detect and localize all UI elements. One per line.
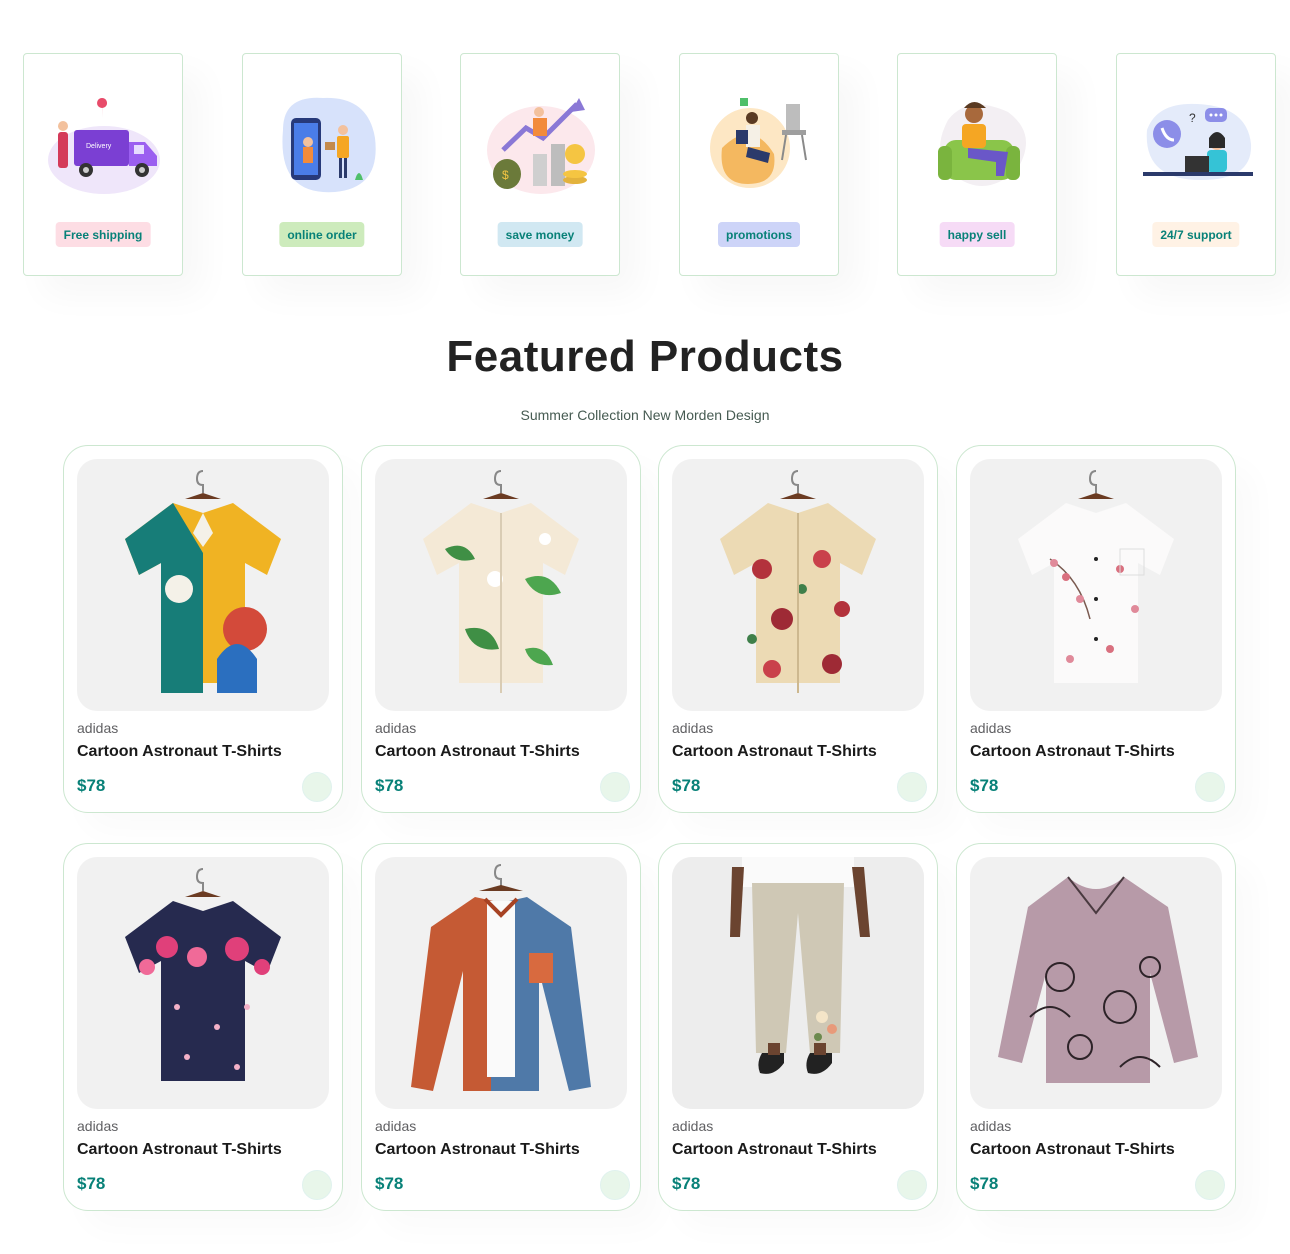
product-image[interactable] bbox=[375, 857, 627, 1109]
add-to-cart-button[interactable] bbox=[302, 772, 332, 802]
feature-box-free-shipping[interactable]: Delivery Free shipping bbox=[23, 53, 183, 276]
navy-floral-shirt-image bbox=[125, 868, 281, 1081]
product-price: $78 bbox=[77, 776, 106, 795]
linen-trousers-image bbox=[672, 857, 924, 1109]
happy-customer-illustration bbox=[938, 102, 1026, 186]
product-card[interactable]: adidas Cartoon Astronaut T-Shirts $78 bbox=[361, 843, 641, 1211]
product-image[interactable] bbox=[672, 459, 924, 711]
product-name[interactable]: Cartoon Astronaut T-Shirts bbox=[375, 743, 580, 761]
money-growth-illustration: $ bbox=[487, 98, 595, 194]
product-name[interactable]: Cartoon Astronaut T-Shirts bbox=[672, 743, 877, 761]
color-block-overshirt-image bbox=[411, 864, 591, 1091]
add-to-cart-button[interactable] bbox=[302, 1170, 332, 1200]
tropical-leaf-shirt-image bbox=[423, 470, 579, 693]
product-name[interactable]: Cartoon Astronaut T-Shirts bbox=[77, 743, 282, 761]
feature-tag: Free shipping bbox=[55, 222, 151, 247]
feature-box-support[interactable]: ? 24/7 support bbox=[1116, 53, 1276, 276]
feature-tag: promotions bbox=[718, 222, 800, 247]
product-name[interactable]: Cartoon Astronaut T-Shirts bbox=[77, 1141, 282, 1159]
product-price: $78 bbox=[375, 776, 404, 795]
add-to-cart-button[interactable] bbox=[1195, 1170, 1225, 1200]
product-image[interactable] bbox=[672, 857, 924, 1109]
add-to-cart-button[interactable] bbox=[600, 772, 630, 802]
product-name[interactable]: Cartoon Astronaut T-Shirts bbox=[375, 1141, 580, 1159]
product-card[interactable]: adidas Cartoon Astronaut T-Shirts $78 bbox=[658, 445, 938, 813]
product-brand: adidas bbox=[672, 720, 714, 736]
section-title: Featured Products bbox=[446, 332, 844, 381]
svg-text:?: ? bbox=[1189, 111, 1196, 125]
support-agent-illustration: ? bbox=[1143, 103, 1253, 180]
add-to-cart-button[interactable] bbox=[1195, 772, 1225, 802]
feature-tag: 24/7 support bbox=[1152, 222, 1240, 247]
product-price: $78 bbox=[970, 1174, 999, 1193]
product-image[interactable] bbox=[375, 459, 627, 711]
product-price: $78 bbox=[375, 1174, 404, 1193]
product-brand: adidas bbox=[375, 1118, 417, 1134]
product-brand: adidas bbox=[970, 720, 1012, 736]
product-card[interactable]: adidas Cartoon Astronaut T-Shirts $78 bbox=[361, 445, 641, 813]
product-brand: adidas bbox=[970, 1118, 1012, 1134]
abstract-print-shirt-image bbox=[125, 470, 281, 693]
feature-box-happy-sell[interactable]: happy sell bbox=[897, 53, 1057, 276]
floral-beige-shirt-image bbox=[720, 470, 876, 693]
product-price: $78 bbox=[672, 1174, 701, 1193]
product-price: $78 bbox=[970, 776, 999, 795]
svg-text:Delivery: Delivery bbox=[86, 143, 112, 150]
product-card[interactable]: adidas Cartoon Astronaut T-Shirts $78 bbox=[658, 843, 938, 1211]
feature-tag: online order bbox=[279, 222, 365, 247]
product-price: $78 bbox=[672, 776, 701, 795]
product-name[interactable]: Cartoon Astronaut T-Shirts bbox=[672, 1141, 877, 1159]
svg-text:$: $ bbox=[502, 168, 509, 182]
product-price: $78 bbox=[77, 1174, 106, 1193]
product-card[interactable]: adidas Cartoon Astronaut T-Shirts $78 bbox=[956, 445, 1236, 813]
feature-box-promotions[interactable]: promotions bbox=[679, 53, 839, 276]
product-image[interactable] bbox=[970, 459, 1222, 711]
product-brand: adidas bbox=[375, 720, 417, 736]
product-image[interactable] bbox=[77, 459, 329, 711]
product-brand: adidas bbox=[77, 720, 119, 736]
feature-tag: save money bbox=[497, 222, 583, 247]
cat-print-blouse-image bbox=[998, 876, 1198, 1083]
feature-box-online-order[interactable]: online order bbox=[242, 53, 402, 276]
product-image[interactable] bbox=[77, 857, 329, 1109]
features-row: Delivery Free shipping online order $ sa… bbox=[23, 53, 1276, 276]
add-to-cart-button[interactable] bbox=[897, 1170, 927, 1200]
product-name[interactable]: Cartoon Astronaut T-Shirts bbox=[970, 743, 1175, 761]
delivery-truck-illustration: Delivery bbox=[48, 98, 160, 194]
product-image[interactable] bbox=[970, 857, 1222, 1109]
product-name[interactable]: Cartoon Astronaut T-Shirts bbox=[970, 1141, 1175, 1159]
add-to-cart-button[interactable] bbox=[600, 1170, 630, 1200]
cherry-blossom-white-shirt-image bbox=[1018, 470, 1174, 683]
phone-order-illustration bbox=[282, 97, 376, 193]
product-card[interactable]: adidas Cartoon Astronaut T-Shirts $78 bbox=[63, 843, 343, 1211]
add-to-cart-button[interactable] bbox=[897, 772, 927, 802]
section-subtitle: Summer Collection New Morden Design bbox=[520, 407, 770, 423]
promotion-reading-illustration bbox=[710, 98, 807, 188]
product-brand: adidas bbox=[672, 1118, 714, 1134]
feature-box-save-money[interactable]: $ save money bbox=[460, 53, 620, 276]
product-card[interactable]: adidas Cartoon Astronaut T-Shirts $78 bbox=[956, 843, 1236, 1211]
product-brand: adidas bbox=[77, 1118, 119, 1134]
product-card[interactable]: adidas Cartoon Astronaut T-Shirts $78 bbox=[63, 445, 343, 813]
feature-tag: happy sell bbox=[939, 222, 1015, 247]
